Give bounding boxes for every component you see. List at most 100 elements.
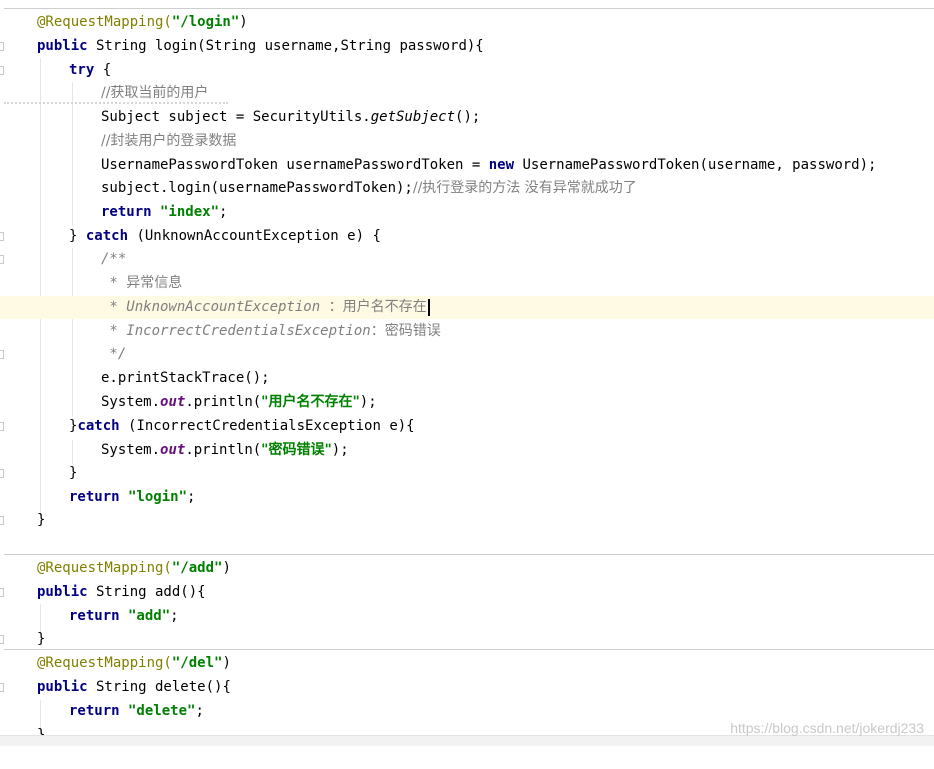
- code-line[interactable]: @RequestMapping("/del"): [0, 652, 934, 675]
- text-caret: [427, 298, 430, 316]
- fold-marker-icon[interactable]: [0, 469, 4, 478]
- code-line[interactable]: UsernamePasswordToken usernamePasswordTo…: [0, 154, 934, 177]
- method-call: .println(: [185, 442, 262, 458]
- current-code-line[interactable]: * UnknownAccountException ：用户名不存在: [0, 296, 934, 319]
- class-ref: System.: [101, 394, 161, 410]
- keyword: return: [69, 489, 120, 505]
- keyword: public: [37, 38, 88, 54]
- code-editor[interactable]: @RequestMapping("/login") public String …: [0, 0, 934, 746]
- keyword: return: [69, 703, 120, 719]
- code-line[interactable]: * 异常信息: [0, 272, 934, 295]
- statement: e.printStackTrace();: [101, 370, 270, 386]
- keyword: return: [101, 204, 152, 220]
- annotation: @RequestMapping(: [37, 14, 172, 30]
- semicolon: ;: [187, 489, 196, 505]
- brace: }: [37, 631, 46, 647]
- annotation: @RequestMapping(: [37, 655, 172, 671]
- fold-marker-icon[interactable]: [0, 588, 4, 597]
- horizontal-scrollbar[interactable]: [0, 735, 934, 746]
- code-line[interactable]: subject.login(usernamePasswordToken);//执…: [0, 177, 934, 200]
- brace: {: [94, 62, 112, 78]
- statement: Subject subject = SecurityUtils.: [101, 109, 371, 125]
- doc-comment-text: ：密码错误: [370, 323, 441, 339]
- string-literal: "/add": [171, 560, 223, 576]
- code-line[interactable]: }: [0, 462, 934, 485]
- doc-comment: * UnknownAccountException: [101, 299, 329, 315]
- string-literal: "/login": [171, 14, 240, 30]
- fold-marker-icon[interactable]: [0, 422, 4, 431]
- code-line[interactable]: Subject subject = SecurityUtils.getSubje…: [0, 106, 934, 129]
- code-line[interactable]: return "index";: [0, 201, 934, 224]
- fold-marker-icon[interactable]: [0, 683, 4, 692]
- catch-clause: (UnknownAccountException e) {: [128, 228, 381, 244]
- string-literal: "/del": [171, 655, 223, 671]
- fold-marker-icon[interactable]: [0, 66, 4, 75]
- string-literal: "add": [119, 608, 171, 624]
- code-line[interactable]: //获取当前的用户: [0, 82, 934, 105]
- code-line[interactable]: return "add";: [0, 605, 934, 628]
- constructor-call: UsernamePasswordToken(username, password…: [514, 157, 877, 173]
- code-line[interactable]: public String delete(){: [0, 676, 934, 699]
- method-signature: String delete(){: [87, 679, 231, 695]
- semicolon: ;: [219, 204, 228, 220]
- fold-marker-icon[interactable]: [0, 42, 4, 51]
- static-field: out: [160, 394, 186, 410]
- string-literal: "用户名不存在": [261, 394, 360, 410]
- comment: //执行登录的方法 没有异常就成功了: [412, 180, 637, 196]
- fold-marker-icon[interactable]: [0, 232, 4, 241]
- fold-marker-icon[interactable]: [0, 516, 4, 525]
- method-call: getSubject: [370, 109, 456, 125]
- annotation: @RequestMapping(: [37, 560, 172, 576]
- string-literal: "delete": [119, 703, 196, 719]
- method-signature: String add(){: [87, 584, 206, 600]
- method-separator: [4, 8, 934, 9]
- string-literal: "index": [151, 204, 220, 220]
- semicolon: ;: [170, 608, 179, 624]
- paren: ): [222, 560, 231, 576]
- code-line[interactable]: public String add(){: [0, 581, 934, 604]
- code-line[interactable]: @RequestMapping("/add"): [0, 557, 934, 580]
- class-ref: System.: [101, 442, 161, 458]
- code-line[interactable]: try {: [0, 59, 934, 82]
- method-separator: [4, 554, 934, 555]
- doc-comment: /**: [101, 251, 127, 267]
- static-field: out: [160, 442, 186, 458]
- code-line[interactable]: }catch (IncorrectCredentialsException e)…: [0, 415, 934, 438]
- statement-end: );: [359, 394, 377, 410]
- string-literal: "login": [119, 489, 188, 505]
- code-line[interactable]: e.printStackTrace();: [0, 367, 934, 390]
- watermark: https://blog.csdn.net/jokerdj233: [730, 720, 924, 736]
- statement-end: ();: [455, 109, 481, 125]
- code-line[interactable]: System.out.println("密码错误");: [0, 439, 934, 462]
- catch-clause: (IncorrectCredentialsException e){: [119, 418, 415, 434]
- paren: ): [239, 14, 248, 30]
- code-line[interactable]: //封装用户的登录数据: [0, 130, 934, 153]
- brace: }: [37, 512, 46, 528]
- fold-marker-icon[interactable]: [0, 350, 4, 359]
- code-line[interactable]: public String login(String username,Stri…: [0, 35, 934, 58]
- doc-comment: */: [101, 346, 127, 362]
- fold-marker-icon[interactable]: [0, 255, 4, 264]
- code-line[interactable]: /**: [0, 248, 934, 271]
- statement-end: );: [331, 442, 349, 458]
- code-line[interactable]: * IncorrectCredentialsException：密码错误: [0, 320, 934, 343]
- method-call: .println(: [185, 394, 262, 410]
- code-line[interactable]: } catch (UnknownAccountException e) {: [0, 225, 934, 248]
- keyword: public: [37, 584, 88, 600]
- statement: UsernamePasswordToken usernamePasswordTo…: [101, 157, 489, 173]
- code-line[interactable]: }: [0, 628, 934, 651]
- code-line[interactable]: return "login";: [0, 486, 934, 509]
- brace: }: [69, 228, 86, 244]
- semicolon: ;: [195, 703, 204, 719]
- keyword: catch: [77, 418, 120, 434]
- code-line[interactable]: }: [0, 509, 934, 532]
- code-line[interactable]: System.out.println("用户名不存在");: [0, 391, 934, 414]
- keyword: try: [69, 62, 95, 78]
- code-line[interactable]: */: [0, 343, 934, 366]
- keyword: return: [69, 608, 120, 624]
- keyword: public: [37, 679, 88, 695]
- fold-marker-icon[interactable]: [0, 635, 4, 644]
- code-line[interactable]: @RequestMapping("/login"): [0, 11, 934, 34]
- doc-comment: * IncorrectCredentialsException: [101, 323, 371, 339]
- comment: //封装用户的登录数据: [101, 133, 237, 149]
